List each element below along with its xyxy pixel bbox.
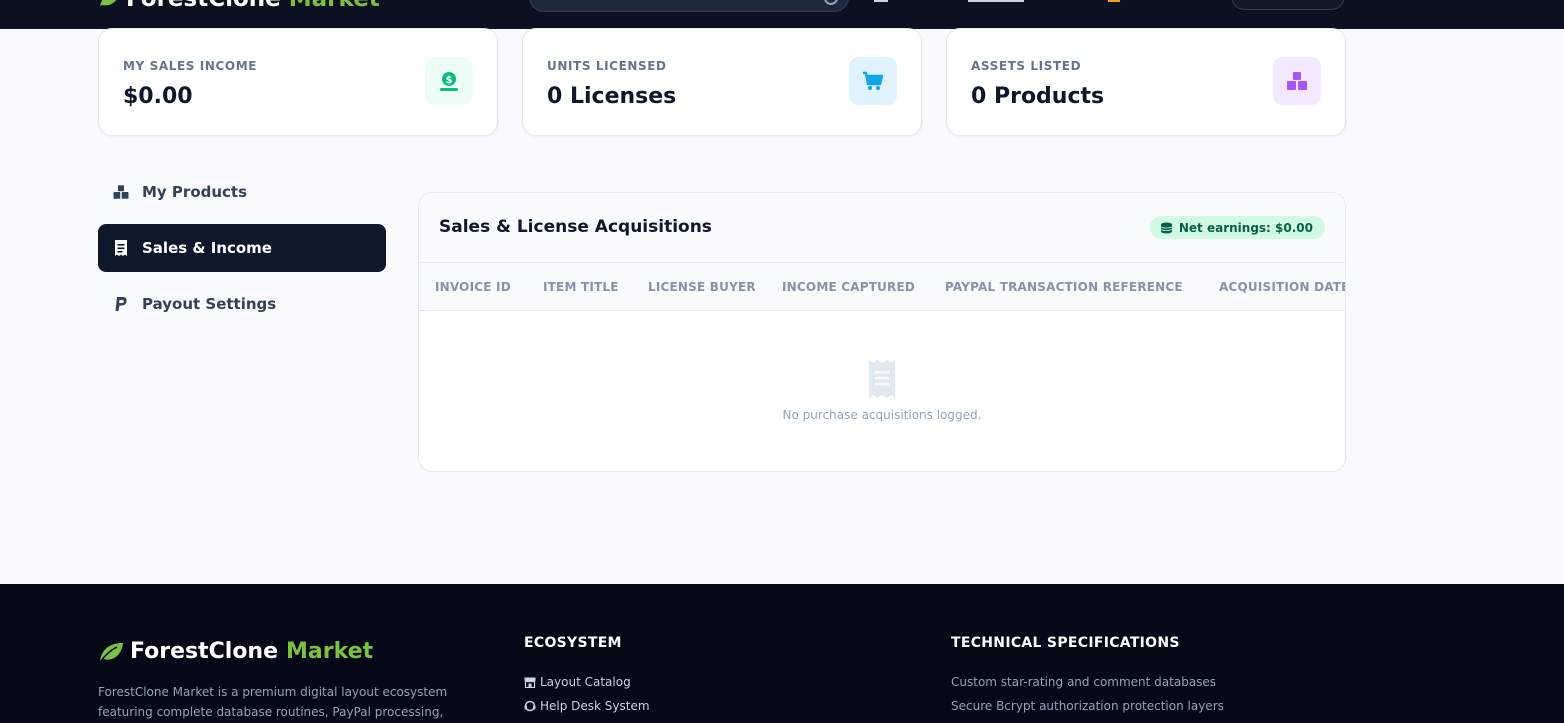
search-icon[interactable] bbox=[824, 0, 838, 5]
footer-link-label: Layout Catalog bbox=[540, 675, 631, 689]
brand-name: ForestClone bbox=[126, 0, 281, 12]
nav-link-fragment[interactable] bbox=[968, 0, 1024, 2]
footer-spec-item: Custom star-rating and comment databases bbox=[951, 675, 1217, 689]
column-header[interactable]: INCOME CAPTURED bbox=[782, 280, 915, 294]
stat-card-units-licensed: UNITS LICENSED 0 Licenses bbox=[522, 28, 922, 136]
boxes-icon bbox=[112, 183, 130, 201]
footer-ecosystem-links: Layout Catalog Help Desk System bbox=[524, 670, 650, 723]
leaf-icon bbox=[100, 642, 123, 661]
footer-brand-name: ForestClone bbox=[130, 639, 279, 664]
column-header[interactable]: ITEM TITLE bbox=[543, 280, 619, 294]
stat-label: UNITS LICENSED bbox=[547, 59, 667, 73]
stat-card-assets-listed: ASSETS LISTED 0 Products bbox=[946, 28, 1346, 136]
stat-value: 0 Products bbox=[971, 84, 1105, 109]
earnings-badge: Net earnings: $0.00 bbox=[1149, 216, 1325, 239]
boxes-icon bbox=[1273, 57, 1321, 105]
brand-logo[interactable]: ForestClone Market bbox=[98, 0, 380, 12]
stat-value: $0.00 bbox=[123, 84, 193, 109]
footer-heading-ecosystem: ECOSYSTEM bbox=[524, 635, 622, 651]
sales-panel: Sales & License Acquisitions Net earning… bbox=[418, 192, 1346, 472]
earnings-text: Net earnings: $0.00 bbox=[1178, 220, 1313, 235]
sidebar-item-label: My Products bbox=[142, 183, 248, 201]
receipt-icon bbox=[112, 239, 130, 257]
sidebar-item-my-products[interactable]: My Products bbox=[98, 168, 386, 216]
stat-label: ASSETS LISTED bbox=[971, 59, 1082, 73]
footer-link-layout-catalog[interactable]: Layout Catalog bbox=[524, 670, 650, 694]
receipt-icon bbox=[869, 360, 895, 398]
empty-state-message: No purchase acquisitions logged. bbox=[782, 408, 982, 422]
sidebar-item-label: Payout Settings bbox=[142, 295, 277, 313]
brand-accent: Market bbox=[289, 0, 380, 12]
footer-brand[interactable]: ForestClone Market bbox=[98, 639, 373, 664]
stat-card-sales-income: MY SALES INCOME $0.00 $ bbox=[98, 28, 498, 136]
search-input[interactable] bbox=[529, 0, 849, 12]
table-header: INVOICE ID ITEM TITLE LICENSE BUYER INCO… bbox=[419, 263, 1345, 311]
footer-description: ForestClone Market is a premium digital … bbox=[98, 685, 448, 719]
top-nav: ForestClone Market bbox=[0, 0, 1564, 29]
column-header[interactable]: INVOICE ID bbox=[435, 280, 511, 294]
stat-value: 0 Licenses bbox=[547, 84, 677, 109]
coins-icon bbox=[1160, 222, 1173, 233]
footer-link-help-desk[interactable]: Help Desk System bbox=[524, 694, 650, 718]
column-header[interactable]: PAYPAL TRANSACTION REFERENCE bbox=[945, 280, 1183, 294]
footer-spec-item: Secure Bcrypt authorization protection l… bbox=[951, 699, 1224, 713]
footer-link-partial[interactable] bbox=[524, 718, 650, 723]
cart-icon bbox=[849, 57, 897, 105]
nav-link-fragment[interactable] bbox=[1108, 0, 1120, 2]
leaf-icon bbox=[100, 0, 116, 6]
account-button[interactable] bbox=[1231, 0, 1345, 10]
sidebar-item-payout-settings[interactable]: Payout Settings bbox=[98, 280, 386, 328]
svg-text:$: $ bbox=[446, 75, 453, 86]
footer-link-label: Help Desk System bbox=[540, 699, 650, 713]
nav-link-fragment[interactable] bbox=[874, 0, 888, 2]
sidebar-item-sales-income[interactable]: Sales & Income bbox=[98, 224, 386, 272]
headset-icon bbox=[524, 700, 536, 712]
panel-title: Sales & License Acquisitions bbox=[439, 217, 712, 237]
column-header[interactable]: LICENSE BUYER bbox=[648, 280, 756, 294]
stat-label: MY SALES INCOME bbox=[123, 59, 258, 73]
footer-heading-specs: TECHNICAL SPECIFICATIONS bbox=[951, 635, 1180, 651]
footer-brand-accent: Market bbox=[286, 639, 374, 664]
site-footer: ForestClone Market ForestClone Market is … bbox=[0, 584, 1564, 723]
money-icon: $ bbox=[425, 57, 473, 105]
paypal-icon bbox=[112, 295, 130, 313]
panel-header: Sales & License Acquisitions Net earning… bbox=[419, 193, 1345, 263]
sidebar-item-label: Sales & Income bbox=[142, 239, 272, 257]
column-header[interactable]: ACQUISITION DATE bbox=[1219, 280, 1345, 294]
store-icon bbox=[524, 677, 536, 688]
footer-specs-list: Custom star-rating and comment databases… bbox=[951, 670, 1224, 718]
